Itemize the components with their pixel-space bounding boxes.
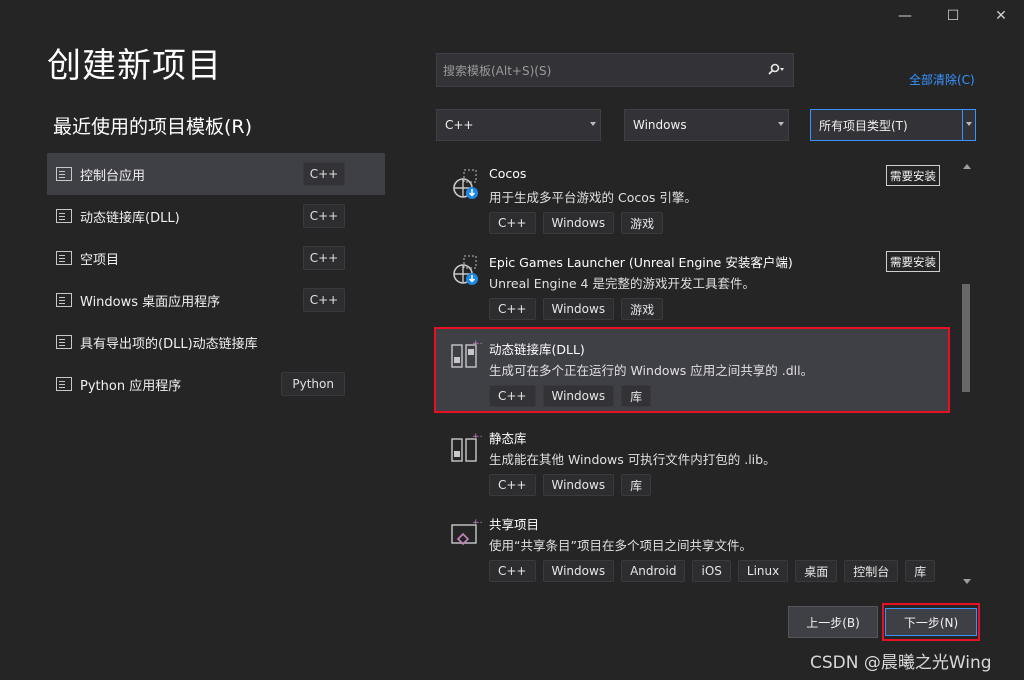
recent-item-label: Windows 桌面应用程序 bbox=[80, 294, 221, 310]
tag: Windows bbox=[542, 560, 615, 582]
tag: C++ bbox=[489, 474, 536, 496]
svg-text:++: ++ bbox=[472, 432, 482, 442]
language-filter-value: C++ bbox=[445, 118, 474, 132]
tag: Android bbox=[621, 560, 686, 582]
next-button-frame: 下一步(N) bbox=[882, 603, 980, 641]
template-epic-games-launcher[interactable]: Epic Games Launcher (Unreal Engine 安装客户端… bbox=[434, 239, 950, 325]
template-description: 用于生成多平台游戏的 Cocos 引擎。 bbox=[489, 190, 697, 205]
tag: Linux bbox=[737, 560, 789, 582]
tag: 库 bbox=[621, 385, 652, 407]
template-cocos[interactable]: Cocos 用于生成多平台游戏的 Cocos 引擎。 C++ Windows 游… bbox=[434, 153, 950, 239]
tag: C++ bbox=[489, 560, 536, 582]
windows-desktop-icon bbox=[56, 293, 72, 307]
tag: 桌面 bbox=[795, 560, 838, 582]
tag: 游戏 bbox=[621, 298, 664, 320]
template-name: 静态库 bbox=[489, 431, 527, 446]
template-static-library[interactable]: ++ 静态库 生成能在其他 Windows 可执行文件内打包的 .lib。 C+… bbox=[434, 415, 950, 501]
console-app-icon bbox=[56, 167, 72, 181]
recent-item-windows-desktop[interactable]: Windows 桌面应用程序 C++ bbox=[47, 279, 385, 321]
dll-exports-icon bbox=[56, 335, 72, 349]
dll-template-icon: ++ bbox=[451, 339, 482, 368]
recent-item-label: 具有导出项的(DLL)动态链接库 bbox=[80, 336, 258, 352]
clear-all-link[interactable]: 全部清除(C) bbox=[909, 71, 975, 88]
platform-filter-value: Windows bbox=[633, 118, 687, 132]
tag: Windows bbox=[542, 212, 615, 234]
empty-project-icon bbox=[56, 251, 72, 265]
chevron-down-icon bbox=[966, 122, 972, 126]
scrollbar-thumb[interactable] bbox=[962, 284, 970, 392]
template-description: 生成可在多个正在运行的 Windows 应用之间共享的 .dll。 bbox=[489, 363, 814, 378]
language-badge: C++ bbox=[303, 204, 345, 228]
watermark: CSDN @晨曦之光Wing bbox=[810, 653, 992, 673]
tag: Windows bbox=[542, 385, 615, 407]
scroll-down-icon[interactable] bbox=[963, 579, 971, 584]
dll-icon bbox=[56, 209, 72, 223]
template-name: 共享项目 bbox=[489, 517, 540, 532]
template-dll[interactable]: ++ 动态链接库(DLL) 生成可在多个正在运行的 Windows 应用之间共享… bbox=[434, 327, 950, 413]
template-name: 动态链接库(DLL) bbox=[489, 342, 585, 357]
platform-filter[interactable]: Windows bbox=[624, 109, 789, 141]
language-badge: C++ bbox=[303, 162, 345, 186]
language-filter[interactable]: C++ bbox=[436, 109, 601, 141]
python-app-icon bbox=[56, 377, 72, 391]
tag: Windows bbox=[542, 474, 615, 496]
template-list-scrollbar[interactable] bbox=[960, 158, 974, 590]
install-required-badge: 需要安装 bbox=[886, 165, 940, 186]
template-description: 使用“共享条目”项目在多个项目之间共享文件。 bbox=[489, 538, 752, 553]
cocos-template-icon bbox=[453, 169, 478, 199]
static-library-icon: ++ bbox=[451, 432, 482, 462]
template-description: Unreal Engine 4 是完整的游戏开发工具套件。 bbox=[489, 276, 755, 291]
language-badge: Python bbox=[281, 372, 345, 396]
template-name: Epic Games Launcher (Unreal Engine 安装客户端… bbox=[489, 255, 793, 270]
search-dropdown-icon bbox=[768, 63, 784, 75]
search-box bbox=[436, 53, 794, 88]
project-type-filter[interactable]: 所有项目类型(T) bbox=[810, 109, 976, 141]
back-button[interactable]: 上一步(B) bbox=[788, 606, 878, 638]
language-badge: C++ bbox=[303, 246, 345, 270]
recent-item-dll-exports[interactable]: 具有导出项的(DLL)动态链接库 bbox=[47, 321, 385, 363]
project-type-filter-value: 所有项目类型(T) bbox=[819, 118, 908, 133]
tag: 游戏 bbox=[621, 212, 664, 234]
recent-item-label: 空项目 bbox=[80, 252, 120, 268]
chevron-down-icon bbox=[778, 122, 784, 126]
search-icon[interactable] bbox=[763, 60, 791, 80]
recent-templates-heading: 最近使用的项目模板(R) bbox=[53, 116, 253, 138]
template-list: Cocos 用于生成多平台游戏的 Cocos 引擎。 C++ Windows 游… bbox=[434, 153, 956, 589]
recent-templates-list: 控制台应用 C++ 动态链接库(DLL) C++ 空项目 C++ Windows… bbox=[47, 153, 385, 405]
chevron-down-icon bbox=[590, 122, 596, 126]
recent-item-empty-project[interactable]: 空项目 C++ bbox=[47, 237, 385, 279]
recent-item-label: 控制台应用 bbox=[80, 168, 146, 184]
search-input[interactable] bbox=[441, 54, 755, 88]
tag: C++ bbox=[489, 298, 536, 320]
recent-item-python-app[interactable]: Python 应用程序 Python bbox=[47, 363, 385, 405]
template-description: 生成能在其他 Windows 可执行文件内打包的 .lib。 bbox=[489, 452, 776, 467]
tag: 库 bbox=[905, 560, 936, 582]
recent-item-label: Python 应用程序 bbox=[80, 378, 182, 394]
page-title: 创建新项目 bbox=[47, 46, 222, 86]
tag: 控制台 bbox=[844, 560, 899, 582]
maximize-button[interactable]: ☐ bbox=[930, 0, 976, 32]
recent-item-console-app[interactable]: 控制台应用 C++ bbox=[47, 153, 385, 195]
tag: Windows bbox=[542, 298, 615, 320]
install-required-badge: 需要安装 bbox=[886, 251, 940, 272]
template-shared-project[interactable]: ++ 共享项目 使用“共享条目”项目在多个项目之间共享文件。 C++ Windo… bbox=[434, 501, 950, 587]
shared-project-icon: ++ bbox=[451, 518, 482, 546]
close-button[interactable]: ✕ bbox=[978, 0, 1024, 32]
tag: 库 bbox=[621, 474, 652, 496]
recent-item-dll[interactable]: 动态链接库(DLL) C++ bbox=[47, 195, 385, 237]
epic-template-icon bbox=[453, 255, 478, 285]
minimize-button[interactable]: — bbox=[882, 0, 928, 32]
tag: C++ bbox=[489, 385, 536, 407]
svg-text:++: ++ bbox=[472, 518, 482, 528]
next-button[interactable]: 下一步(N) bbox=[885, 608, 977, 636]
tag: C++ bbox=[489, 212, 536, 234]
svg-text:++: ++ bbox=[472, 339, 482, 349]
template-name: Cocos bbox=[489, 166, 527, 181]
language-badge: C++ bbox=[303, 288, 345, 312]
tag: iOS bbox=[692, 560, 731, 582]
recent-item-label: 动态链接库(DLL) bbox=[80, 210, 180, 226]
scroll-up-icon[interactable] bbox=[963, 164, 971, 169]
